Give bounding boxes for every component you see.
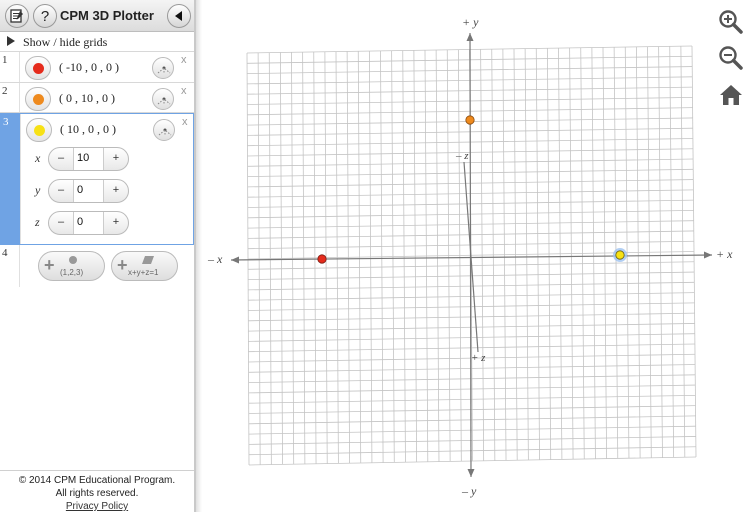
point-color-button[interactable] bbox=[26, 118, 52, 142]
privacy-policy-link[interactable]: Privacy Policy bbox=[0, 500, 194, 512]
row-number: 2 bbox=[0, 83, 20, 112]
orange-point-icon bbox=[33, 94, 44, 105]
y-stepper-row: y – 0 + bbox=[21, 177, 195, 205]
title-bar: ? CPM 3D Plotter bbox=[0, 0, 194, 32]
pos-x-label: + x bbox=[716, 247, 733, 261]
rights-text: All rights reserved. bbox=[55, 488, 139, 499]
add-point-button[interactable]: + (1,2,3) bbox=[38, 251, 105, 281]
neg-y-arrow-icon bbox=[467, 469, 475, 477]
y-decrement-button[interactable]: – bbox=[49, 180, 73, 202]
add-plane-caption: x+y+z=1 bbox=[128, 268, 159, 277]
dotted-projection-icon bbox=[157, 66, 171, 74]
point-row-2[interactable]: 2 ( 0 , 10 , 0 ) x bbox=[0, 83, 194, 113]
point-view-button[interactable] bbox=[152, 57, 174, 79]
point-coordinates: ( 10 , 0 , 0 ) bbox=[60, 122, 116, 136]
dotted-projection-icon bbox=[157, 97, 171, 105]
row-number: 3 bbox=[1, 114, 21, 244]
notes-button[interactable] bbox=[5, 4, 29, 28]
notepad-icon bbox=[10, 9, 23, 23]
show-hide-grids-label: Show / hide grids bbox=[23, 35, 108, 49]
pos-y-arrow-icon bbox=[466, 33, 474, 41]
z-value-field[interactable]: 0 bbox=[73, 212, 104, 234]
red-point-icon bbox=[33, 63, 44, 74]
point-0-10-0[interactable] bbox=[465, 115, 475, 125]
app-window: ? CPM 3D Plotter Show / hide grids 1 ( -… bbox=[0, 0, 748, 512]
dotted-projection-icon bbox=[158, 128, 172, 136]
plane-icon bbox=[142, 256, 154, 264]
point-row-1[interactable]: 1 ( -10 , 0 , 0 ) x bbox=[0, 52, 194, 83]
z-increment-button[interactable]: + bbox=[104, 212, 128, 234]
point-dot-icon bbox=[69, 256, 77, 264]
delete-point-button[interactable]: x bbox=[181, 85, 187, 97]
z-stepper: – 0 + bbox=[48, 211, 129, 235]
help-button[interactable]: ? bbox=[33, 4, 57, 28]
plus-icon: + bbox=[44, 255, 55, 275]
sidebar: ? CPM 3D Plotter Show / hide grids 1 ( -… bbox=[0, 0, 196, 512]
point-view-button[interactable] bbox=[153, 119, 175, 141]
z-stepper-row: z – 0 + bbox=[21, 209, 195, 237]
add-row: 4 + (1,2,3) + x+y+z=1 bbox=[0, 245, 194, 287]
show-hide-grids-toggle[interactable]: Show / hide grids bbox=[0, 32, 194, 52]
question-mark-icon: ? bbox=[40, 7, 50, 25]
y-label: y bbox=[35, 183, 41, 197]
point-color-button[interactable] bbox=[25, 56, 51, 80]
home-icon bbox=[720, 85, 742, 105]
z-label: z bbox=[35, 215, 40, 229]
y-increment-button[interactable]: + bbox=[104, 180, 128, 202]
point-10-0-0[interactable] bbox=[615, 250, 625, 260]
triangle-left-icon bbox=[175, 11, 182, 21]
zoom-in-button[interactable] bbox=[718, 9, 744, 35]
x-increment-button[interactable]: + bbox=[104, 148, 128, 170]
point-row-3[interactable]: 3 ( 10 , 0 , 0 ) x x – 10 + y – 0 + z – … bbox=[0, 113, 194, 245]
x-stepper: – 10 + bbox=[48, 147, 129, 171]
collapse-sidebar-button[interactable] bbox=[167, 4, 191, 28]
x-value-field[interactable]: 10 bbox=[73, 148, 104, 170]
delete-point-button[interactable]: x bbox=[181, 54, 187, 66]
point-neg10-0-0[interactable] bbox=[317, 254, 327, 264]
neg-x-label: – x bbox=[207, 252, 223, 266]
neg-x-arrow-icon bbox=[231, 256, 239, 264]
point-view-button[interactable] bbox=[152, 88, 174, 110]
footer: © 2014 CPM Educational Program. All righ… bbox=[0, 470, 194, 512]
x-label: x bbox=[35, 151, 41, 165]
y-stepper: – 0 + bbox=[48, 179, 129, 203]
point-coordinates: ( -10 , 0 , 0 ) bbox=[59, 60, 119, 74]
pos-x-arrow-icon bbox=[704, 251, 712, 259]
point-color-button[interactable] bbox=[25, 87, 51, 111]
neg-z-label: – z bbox=[455, 150, 469, 162]
y-value-field[interactable]: 0 bbox=[73, 180, 104, 202]
zoom-out-button[interactable] bbox=[718, 45, 744, 71]
add-point-caption: (1,2,3) bbox=[60, 268, 84, 277]
zoom-in-icon bbox=[719, 10, 743, 34]
app-title: CPM 3D Plotter bbox=[60, 8, 154, 23]
point-coordinates: ( 0 , 10 , 0 ) bbox=[59, 91, 115, 105]
row-number: 1 bbox=[0, 52, 20, 82]
row-number: 4 bbox=[0, 245, 20, 287]
copyright-text: © 2014 CPM Educational Program. bbox=[18, 475, 176, 486]
home-button[interactable] bbox=[718, 82, 744, 108]
add-plane-button[interactable]: + x+y+z=1 bbox=[111, 251, 178, 281]
plus-icon: + bbox=[117, 255, 128, 275]
zoom-out-icon bbox=[719, 46, 743, 70]
pos-y-label: + y bbox=[462, 15, 479, 29]
plot-canvas[interactable]: + y – y – x + x – z + z bbox=[202, 0, 748, 512]
x-decrement-button[interactable]: – bbox=[49, 148, 73, 170]
disclosure-triangle-icon bbox=[7, 36, 15, 46]
delete-point-button[interactable]: x bbox=[182, 116, 188, 128]
z-decrement-button[interactable]: – bbox=[49, 212, 73, 234]
neg-y-label: – y bbox=[461, 484, 477, 498]
x-stepper-row: x – 10 + bbox=[21, 145, 195, 173]
yellow-point-icon bbox=[34, 125, 45, 136]
pos-z-label: + z bbox=[471, 352, 486, 364]
